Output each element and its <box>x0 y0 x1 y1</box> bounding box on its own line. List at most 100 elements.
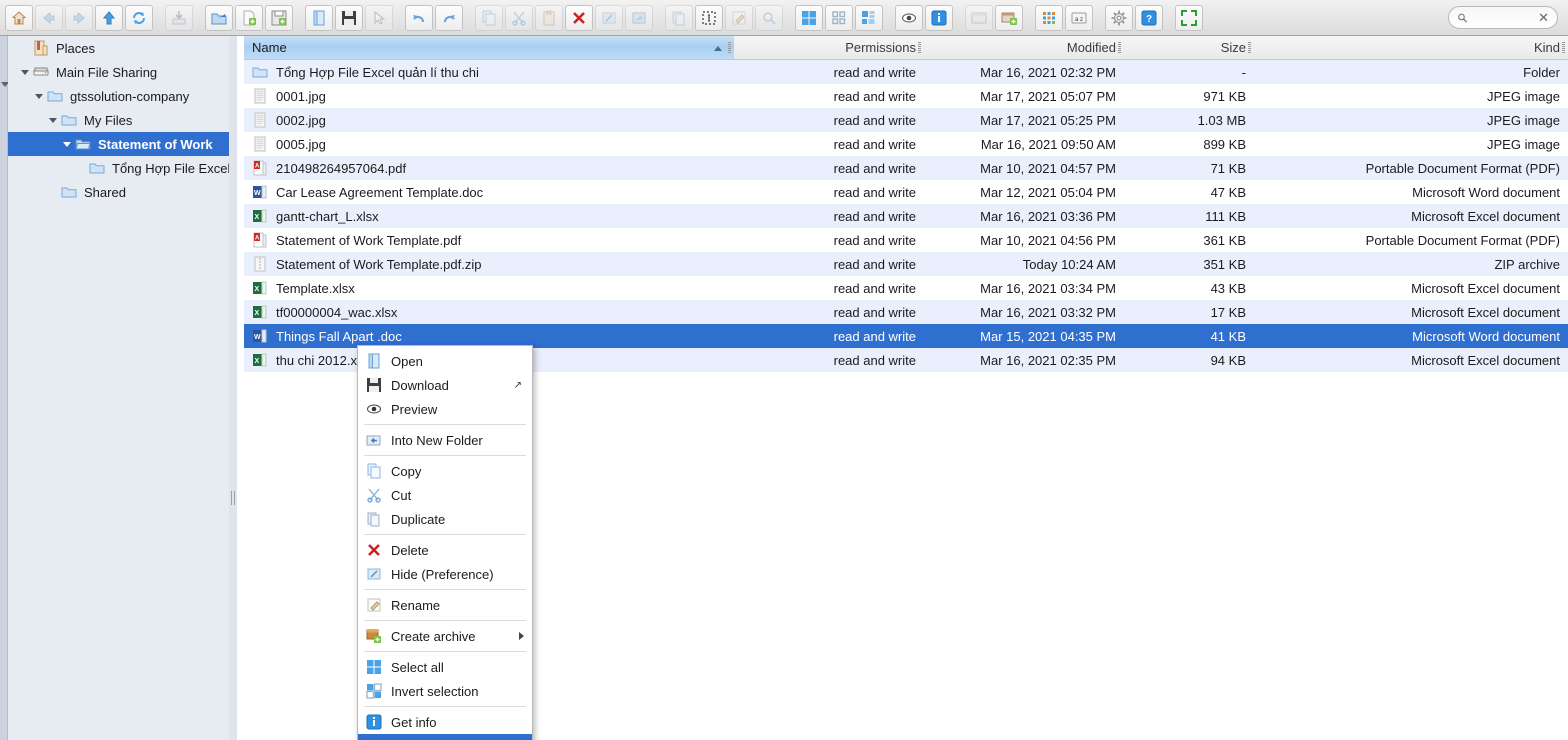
preview-pane-button <box>625 4 653 31</box>
table-row[interactable]: 0002.jpg read and write Mar 17, 2021 05:25… <box>244 108 1568 132</box>
menu-item-download[interactable]: Download ↗ <box>358 373 532 397</box>
cell-mod: Mar 16, 2021 09:50 AM <box>980 136 1116 152</box>
undo-button[interactable] <box>405 4 433 31</box>
column-header-perm[interactable]: Permissions <box>734 36 924 60</box>
sidebar-tree[interactable]: Places Main File Sharing gtssolution-compa… <box>8 36 236 740</box>
sidebar-item-gtssolution-company[interactable]: gtssolution-company <box>8 84 236 108</box>
column-header-kind[interactable]: Kind <box>1254 36 1568 60</box>
file-name: Template.xlsx <box>276 280 355 296</box>
sidebar-item-main-file-sharing[interactable]: Main File Sharing <box>8 60 236 84</box>
fullscreen-button[interactable] <box>1175 4 1203 31</box>
help-button[interactable]: ? <box>1135 4 1163 31</box>
cell-perm: read and write <box>833 64 916 80</box>
info-icon <box>930 9 948 27</box>
delete-x-button[interactable] <box>565 4 593 31</box>
menu-item-into-new-folder[interactable]: Into New Folder <box>358 428 532 452</box>
column-resize-handle[interactable] <box>918 42 921 53</box>
cell-size: 94 KB <box>1210 352 1246 368</box>
new-file-button[interactable] <box>235 4 263 31</box>
chevron-down-icon[interactable] <box>46 117 60 123</box>
menu-item-invert-selection[interactable]: Invert selection <box>358 679 532 703</box>
column-resize-handle[interactable] <box>1118 42 1121 53</box>
new-folder-button[interactable] <box>205 4 233 31</box>
column-header-label: Kind <box>1533 40 1560 55</box>
cell-mod: Mar 16, 2021 03:32 PM <box>980 304 1116 320</box>
apps-button[interactable] <box>1035 4 1063 31</box>
menu-item-delete[interactable]: Delete <box>358 538 532 562</box>
save-add-button[interactable] <box>265 4 293 31</box>
table-row[interactable]: Statement of Work Template.pdf.zip read a… <box>244 252 1568 276</box>
menu-item-share[interactable]: share <box>358 734 532 740</box>
cell-size: 1.03 MB <box>1197 112 1246 128</box>
table-row[interactable]: W Car Lease Agreement Template.doc read an… <box>244 180 1568 204</box>
menu-item-hide-preference[interactable]: Hide (Preference) <box>358 562 532 586</box>
splitter-grip[interactable] <box>231 491 235 505</box>
sidebar-splitter[interactable] <box>229 36 237 740</box>
toolbar-group-11: ? <box>1104 4 1164 31</box>
up-arrow-icon <box>100 9 118 27</box>
search-box[interactable]: ✕ <box>1448 6 1558 29</box>
clear-icon[interactable]: ✕ <box>1538 11 1549 24</box>
sort-az-button[interactable]: az <box>1065 4 1093 31</box>
window-add-button[interactable] <box>995 4 1023 31</box>
context-menu[interactable]: Open Download ↗ Preview Into New Folder Copy C… <box>357 345 533 740</box>
chevron-down-icon[interactable] <box>32 93 46 99</box>
open-button[interactable] <box>305 4 333 31</box>
chevron-down-icon[interactable] <box>18 69 32 75</box>
home-button[interactable] <box>5 4 33 31</box>
left-rail[interactable] <box>0 36 9 740</box>
cell-size: 351 KB <box>1203 256 1246 272</box>
redo-icon <box>440 9 458 27</box>
menu-item-open[interactable]: Open <box>358 349 532 373</box>
column-header-name[interactable]: Name <box>244 36 734 60</box>
column-header-size[interactable]: Size <box>1124 36 1254 60</box>
preview-pane-icon <box>630 9 648 27</box>
select-all-marquee-button[interactable] <box>695 4 723 31</box>
table-row[interactable]: X Template.xlsx read and write Mar 16, 2021… <box>244 276 1568 300</box>
sidebar-item-t-ng-h-p-file-excel-qu-n-l-thu-chi[interactable]: Tổng Hợp File Excel quản lí thu chi <box>8 156 236 180</box>
svg-text:W: W <box>254 334 261 341</box>
column-resize-handle[interactable] <box>728 42 731 53</box>
view-details-button[interactable] <box>855 4 883 31</box>
view-tiles-button[interactable] <box>795 4 823 31</box>
eye-preview-button[interactable] <box>895 4 923 31</box>
menu-item-get-info[interactable]: Get info <box>358 710 532 734</box>
column-header-mod[interactable]: Modified <box>924 36 1124 60</box>
gear-button[interactable] <box>1105 4 1133 31</box>
redo-button[interactable] <box>435 4 463 31</box>
table-row[interactable]: Tổng Hợp File Excel quản lí thu chi read … <box>244 60 1568 84</box>
places-bookmark-icon <box>32 40 50 56</box>
table-row[interactable]: 0005.jpg read and write Mar 16, 2021 09:50… <box>244 132 1568 156</box>
save-button[interactable] <box>335 4 363 31</box>
menu-item-label: Copy <box>391 463 422 479</box>
menu-item-label: Open <box>391 353 423 369</box>
column-resize-handle[interactable] <box>1248 42 1251 53</box>
menu-item-select-all[interactable]: Select all <box>358 655 532 679</box>
view-grid-button[interactable] <box>825 4 853 31</box>
up-arrow-button[interactable] <box>95 4 123 31</box>
menu-item-preview[interactable]: Preview <box>358 397 532 421</box>
table-row[interactable]: A Statement of Work Template.pdf read and … <box>244 228 1568 252</box>
menu-item-cut[interactable]: Cut <box>358 483 532 507</box>
word-icon: W <box>252 328 268 344</box>
table-row[interactable]: Xgantt-chart_L.xlsx read and write Mar 16,… <box>244 204 1568 228</box>
table-row[interactable]: A 210498264957064.pdf read and write Mar 10… <box>244 156 1568 180</box>
chevron-down-icon[interactable] <box>60 141 74 147</box>
menu-item-duplicate[interactable]: Duplicate <box>358 507 532 531</box>
sidebar-item-statement-of-work[interactable]: Statement of Work <box>8 132 236 156</box>
table-row[interactable]: 0001.jpg read and write Mar 17, 2021 05:07… <box>244 84 1568 108</box>
sidebar-item-shared[interactable]: Shared <box>8 180 236 204</box>
cell-name: Tổng Hợp File Excel quản lí thu chi <box>244 60 734 84</box>
sidebar-item-places[interactable]: Places <box>8 36 236 60</box>
menu-item-copy[interactable]: Copy <box>358 459 532 483</box>
column-resize-handle[interactable] <box>1562 42 1565 53</box>
search-input[interactable] <box>1468 9 1539 26</box>
cell-name: Xtf00000004_wac.xlsx <box>244 300 734 324</box>
sidebar-item-my-files[interactable]: My Files <box>8 108 236 132</box>
excel-icon: X <box>252 352 268 368</box>
refresh-button[interactable] <box>125 4 153 31</box>
table-row[interactable]: Xtf00000004_wac.xlsx read and write Mar 16… <box>244 300 1568 324</box>
info-button[interactable] <box>925 4 953 31</box>
menu-item-rename[interactable]: Rename <box>358 593 532 617</box>
menu-item-create-archive[interactable]: Create archive <box>358 624 532 648</box>
